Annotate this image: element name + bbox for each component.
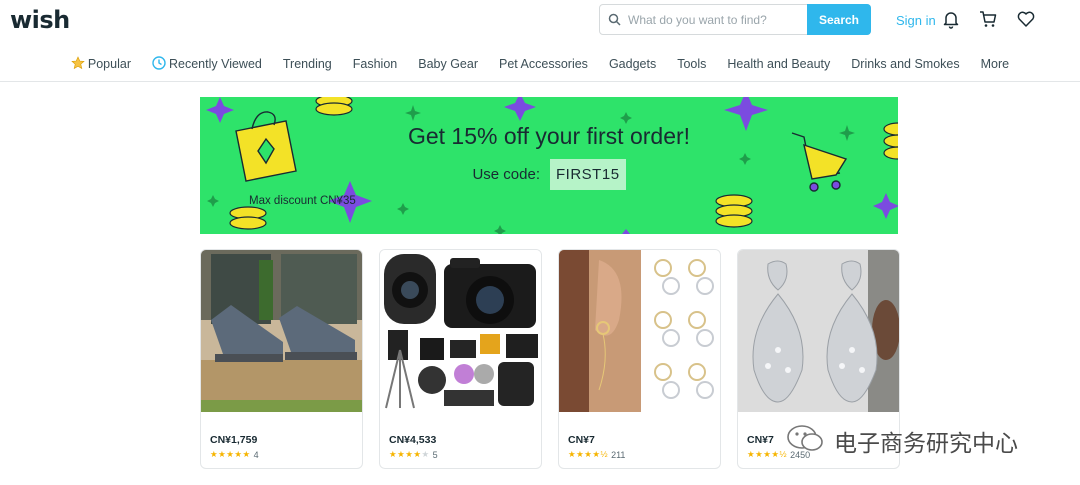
nav-item-trending[interactable]: Trending [283, 52, 332, 76]
product-image[interactable] [380, 250, 541, 412]
product-card[interactable]: CN¥4,533 ★★★★★ 5 [379, 249, 542, 469]
nav-item-more[interactable]: More [981, 52, 1009, 76]
cart-icon[interactable] [978, 9, 998, 29]
nav-item-pet-accessories[interactable]: Pet Accessories [499, 52, 588, 76]
search-button[interactable]: Search [807, 4, 871, 35]
product-image[interactable] [559, 250, 720, 412]
bell-icon[interactable] [941, 9, 961, 29]
review-count: 5 [432, 449, 438, 460]
nav-item-tools[interactable]: Tools [677, 52, 706, 76]
product-image[interactable] [738, 250, 899, 412]
nav-item-baby-gear[interactable]: Baby Gear [418, 52, 478, 76]
nav-item-popular[interactable]: Popular [71, 52, 131, 76]
header: wish Search Sign in [0, 0, 1080, 40]
promo-banner[interactable]: Get 15% off your first order! Use code: … [200, 97, 898, 234]
search-bar: Search [599, 4, 871, 35]
promo-code-label: Use code: [472, 166, 541, 183]
product-image[interactable] [201, 250, 362, 412]
max-discount-text: Max discount CN¥35 [249, 195, 356, 207]
wechat-icon [786, 423, 826, 459]
category-nav: Popular Recently Viewed Trending Fashion… [0, 52, 1080, 76]
product-card[interactable]: CN¥7 ★★★★½ 211 [558, 249, 721, 469]
clock-icon [152, 55, 166, 73]
banner-title: Get 15% off your first order! [407, 123, 691, 149]
wish-logo[interactable]: wish [10, 6, 70, 34]
heart-icon[interactable] [1016, 9, 1036, 29]
review-count: 211 [611, 449, 626, 460]
nav-item-drinks-and-smokes[interactable]: Drinks and Smokes [851, 52, 959, 76]
search-icon [600, 5, 628, 34]
header-divider [0, 81, 1080, 82]
nav-item-fashion[interactable]: Fashion [353, 52, 397, 76]
rating-stars: ★★★★½ [747, 449, 788, 459]
sign-in-link[interactable]: Sign in [896, 13, 936, 28]
nav-item-health-and-beauty[interactable]: Health and Beauty [727, 52, 830, 76]
nav-item-recently-viewed[interactable]: Recently Viewed [152, 52, 262, 76]
product-rating: ★★★★★ 4 [210, 449, 362, 460]
rating-stars: ★★★★★ [210, 449, 251, 459]
product-price: CN¥4,533 [389, 434, 437, 446]
rating-stars: ★★★★½ [568, 449, 609, 459]
nav-item-gadgets[interactable]: Gadgets [609, 52, 656, 76]
promo-code-row: Use code: FIRST15 [200, 159, 898, 190]
product-price: CN¥1,759 [210, 434, 258, 446]
search-input[interactable] [628, 5, 807, 34]
rating-stars: ★★★★★ [389, 449, 430, 459]
product-rating: ★★★★½ 211 [568, 449, 720, 460]
promo-code: FIRST15 [550, 159, 626, 190]
product-card[interactable]: CN¥1,759 ★★★★★ 4 [200, 249, 363, 469]
star-icon [71, 55, 85, 73]
watermark: 电子商务研究中心 [786, 423, 1018, 459]
watermark-text: 电子商务研究中心 [834, 431, 1018, 457]
product-price: CN¥7 [568, 434, 595, 446]
product-rating: ★★★★★ 5 [389, 449, 541, 460]
review-count: 4 [253, 449, 259, 460]
